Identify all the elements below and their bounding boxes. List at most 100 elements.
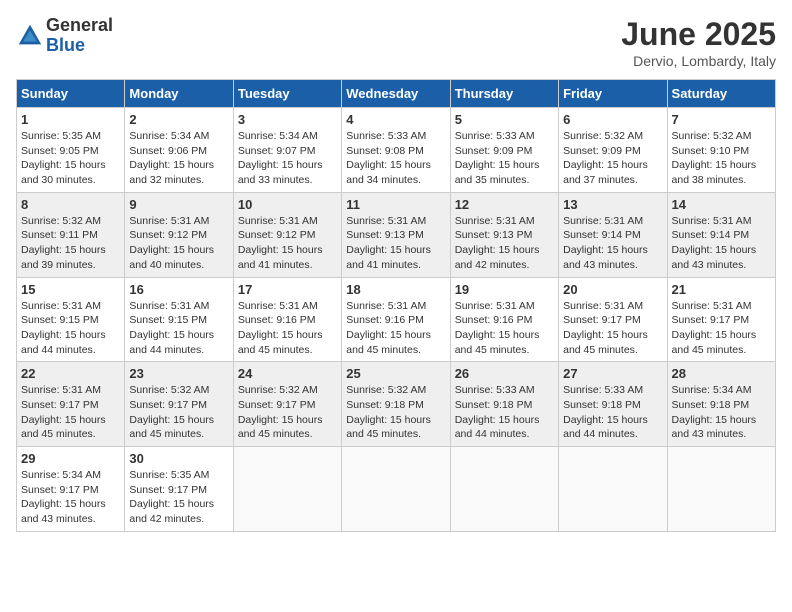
calendar-cell: 5Sunrise: 5:33 AMSunset: 9:09 PMDaylight… (450, 108, 558, 193)
day-number: 8 (21, 197, 120, 212)
calendar-cell: 3 Sunrise: 5:34 AMSunset: 9:07 PMDaylight… (233, 108, 341, 193)
title-area: June 2025 Dervio, Lombardy, Italy (621, 16, 776, 69)
calendar-cell: 6 Sunrise: 5:32 AMSunset: 9:09 PMDaylight… (559, 108, 667, 193)
day-info: Sunrise: 5:31 AMSunset: 9:16 PMDaylight:… (238, 299, 337, 358)
day-number: 4 (346, 112, 445, 127)
day-number: 14 (672, 197, 771, 212)
day-number: 25 (346, 366, 445, 381)
day-info: Sunrise: 5:33 AMSunset: 9:09 PMDaylight:… (455, 129, 554, 188)
calendar-cell (559, 447, 667, 532)
day-number: 27 (563, 366, 662, 381)
calendar-cell: 29Sunrise: 5:34 AMSunset: 9:17 PMDayligh… (17, 447, 125, 532)
day-number: 1 (21, 112, 120, 127)
day-number: 21 (672, 282, 771, 297)
location-subtitle: Dervio, Lombardy, Italy (621, 53, 776, 69)
day-info: Sunrise: 5:35 AMSunset: 9:17 PMDaylight:… (129, 468, 228, 527)
day-info: Sunrise: 5:31 AMSunset: 9:17 PMDaylight:… (563, 299, 662, 358)
day-number: 19 (455, 282, 554, 297)
day-number: 13 (563, 197, 662, 212)
logo: General Blue (16, 16, 113, 56)
header-wednesday: Wednesday (342, 80, 450, 108)
calendar-cell: 18 Sunrise: 5:31 AMSunset: 9:16 PMDayligh… (342, 277, 450, 362)
day-info: Sunrise: 5:33 AMSunset: 9:08 PMDaylight:… (346, 129, 445, 188)
day-info: Sunrise: 5:33 AMSunset: 9:18 PMDaylight:… (455, 383, 554, 442)
day-info: Sunrise: 5:34 AMSunset: 9:18 PMDaylight:… (672, 383, 771, 442)
calendar-cell: 4 Sunrise: 5:33 AMSunset: 9:08 PMDaylight… (342, 108, 450, 193)
day-number: 10 (238, 197, 337, 212)
day-info: Sunrise: 5:32 AMSunset: 9:10 PMDaylight:… (672, 129, 771, 188)
day-number: 11 (346, 197, 445, 212)
calendar-cell: 26 Sunrise: 5:33 AMSunset: 9:18 PMDayligh… (450, 362, 558, 447)
day-info: Sunrise: 5:31 AMSunset: 9:14 PMDaylight:… (563, 214, 662, 273)
day-number: 15 (21, 282, 120, 297)
month-title: June 2025 (621, 16, 776, 53)
header: General Blue June 2025 Dervio, Lombardy,… (16, 16, 776, 69)
day-number: 16 (129, 282, 228, 297)
day-info: Sunrise: 5:34 AMSunset: 9:07 PMDaylight:… (238, 129, 337, 188)
calendar-header-row: SundayMondayTuesdayWednesdayThursdayFrid… (17, 80, 776, 108)
calendar-cell: 23 Sunrise: 5:32 AMSunset: 9:17 PMDayligh… (125, 362, 233, 447)
calendar-cell: 19 Sunrise: 5:31 AMSunset: 9:16 PMDayligh… (450, 277, 558, 362)
logo-general: General (46, 16, 113, 36)
calendar-cell: 22Sunrise: 5:31 AMSunset: 9:17 PMDayligh… (17, 362, 125, 447)
day-number: 30 (129, 451, 228, 466)
day-number: 3 (238, 112, 337, 127)
calendar-cell: 15 Sunrise: 5:31 AMSunset: 9:15 PMDayligh… (17, 277, 125, 362)
day-info: Sunrise: 5:34 AMSunset: 9:06 PMDaylight:… (129, 129, 228, 188)
day-number: 24 (238, 366, 337, 381)
day-info: Sunrise: 5:32 AMSunset: 9:17 PMDaylight:… (129, 383, 228, 442)
day-info: Sunrise: 5:32 AMSunset: 9:09 PMDaylight:… (563, 129, 662, 188)
day-number: 17 (238, 282, 337, 297)
calendar-table: SundayMondayTuesdayWednesdayThursdayFrid… (16, 79, 776, 532)
calendar-cell: 27 Sunrise: 5:33 AMSunset: 9:18 PMDayligh… (559, 362, 667, 447)
calendar-cell: 8Sunrise: 5:32 AMSunset: 9:11 PMDaylight… (17, 192, 125, 277)
logo-text: General Blue (46, 16, 113, 56)
day-number: 7 (672, 112, 771, 127)
calendar-cell: 28 Sunrise: 5:34 AMSunset: 9:18 PMDayligh… (667, 362, 775, 447)
calendar-cell: 9 Sunrise: 5:31 AMSunset: 9:12 PMDaylight… (125, 192, 233, 277)
calendar-week-row: 15 Sunrise: 5:31 AMSunset: 9:15 PMDayligh… (17, 277, 776, 362)
calendar-cell (667, 447, 775, 532)
header-tuesday: Tuesday (233, 80, 341, 108)
day-info: Sunrise: 5:32 AMSunset: 9:18 PMDaylight:… (346, 383, 445, 442)
day-info: Sunrise: 5:31 AMSunset: 9:13 PMDaylight:… (455, 214, 554, 273)
day-info: Sunrise: 5:31 AMSunset: 9:16 PMDaylight:… (455, 299, 554, 358)
calendar-cell: 10Sunrise: 5:31 AMSunset: 9:12 PMDayligh… (233, 192, 341, 277)
calendar-cell: 14 Sunrise: 5:31 AMSunset: 9:14 PMDayligh… (667, 192, 775, 277)
calendar-week-row: 8Sunrise: 5:32 AMSunset: 9:11 PMDaylight… (17, 192, 776, 277)
calendar-cell: 7 Sunrise: 5:32 AMSunset: 9:10 PMDaylight… (667, 108, 775, 193)
day-info: Sunrise: 5:31 AMSunset: 9:12 PMDaylight:… (129, 214, 228, 273)
day-info: Sunrise: 5:31 AMSunset: 9:15 PMDaylight:… (21, 299, 120, 358)
header-friday: Friday (559, 80, 667, 108)
day-info: Sunrise: 5:31 AMSunset: 9:13 PMDaylight:… (346, 214, 445, 273)
day-info: Sunrise: 5:32 AMSunset: 9:17 PMDaylight:… (238, 383, 337, 442)
header-sunday: Sunday (17, 80, 125, 108)
day-info: Sunrise: 5:34 AMSunset: 9:17 PMDaylight:… (21, 468, 120, 527)
day-number: 6 (563, 112, 662, 127)
calendar-cell: 17 Sunrise: 5:31 AMSunset: 9:16 PMDayligh… (233, 277, 341, 362)
calendar-week-row: 22Sunrise: 5:31 AMSunset: 9:17 PMDayligh… (17, 362, 776, 447)
calendar-cell (342, 447, 450, 532)
header-monday: Monday (125, 80, 233, 108)
day-number: 9 (129, 197, 228, 212)
day-number: 12 (455, 197, 554, 212)
day-info: Sunrise: 5:31 AMSunset: 9:14 PMDaylight:… (672, 214, 771, 273)
header-saturday: Saturday (667, 80, 775, 108)
day-info: Sunrise: 5:31 AMSunset: 9:15 PMDaylight:… (129, 299, 228, 358)
day-number: 18 (346, 282, 445, 297)
day-number: 20 (563, 282, 662, 297)
day-number: 22 (21, 366, 120, 381)
day-number: 28 (672, 366, 771, 381)
calendar-cell: 21Sunrise: 5:31 AMSunset: 9:17 PMDayligh… (667, 277, 775, 362)
day-info: Sunrise: 5:33 AMSunset: 9:18 PMDaylight:… (563, 383, 662, 442)
calendar-cell (450, 447, 558, 532)
calendar-cell: 2Sunrise: 5:34 AMSunset: 9:06 PMDaylight… (125, 108, 233, 193)
logo-blue: Blue (46, 36, 113, 56)
header-thursday: Thursday (450, 80, 558, 108)
day-info: Sunrise: 5:31 AMSunset: 9:16 PMDaylight:… (346, 299, 445, 358)
calendar-cell: 24 Sunrise: 5:32 AMSunset: 9:17 PMDayligh… (233, 362, 341, 447)
calendar-cell: 13 Sunrise: 5:31 AMSunset: 9:14 PMDayligh… (559, 192, 667, 277)
day-number: 23 (129, 366, 228, 381)
calendar-week-row: 1Sunrise: 5:35 AMSunset: 9:05 PMDaylight… (17, 108, 776, 193)
day-number: 26 (455, 366, 554, 381)
